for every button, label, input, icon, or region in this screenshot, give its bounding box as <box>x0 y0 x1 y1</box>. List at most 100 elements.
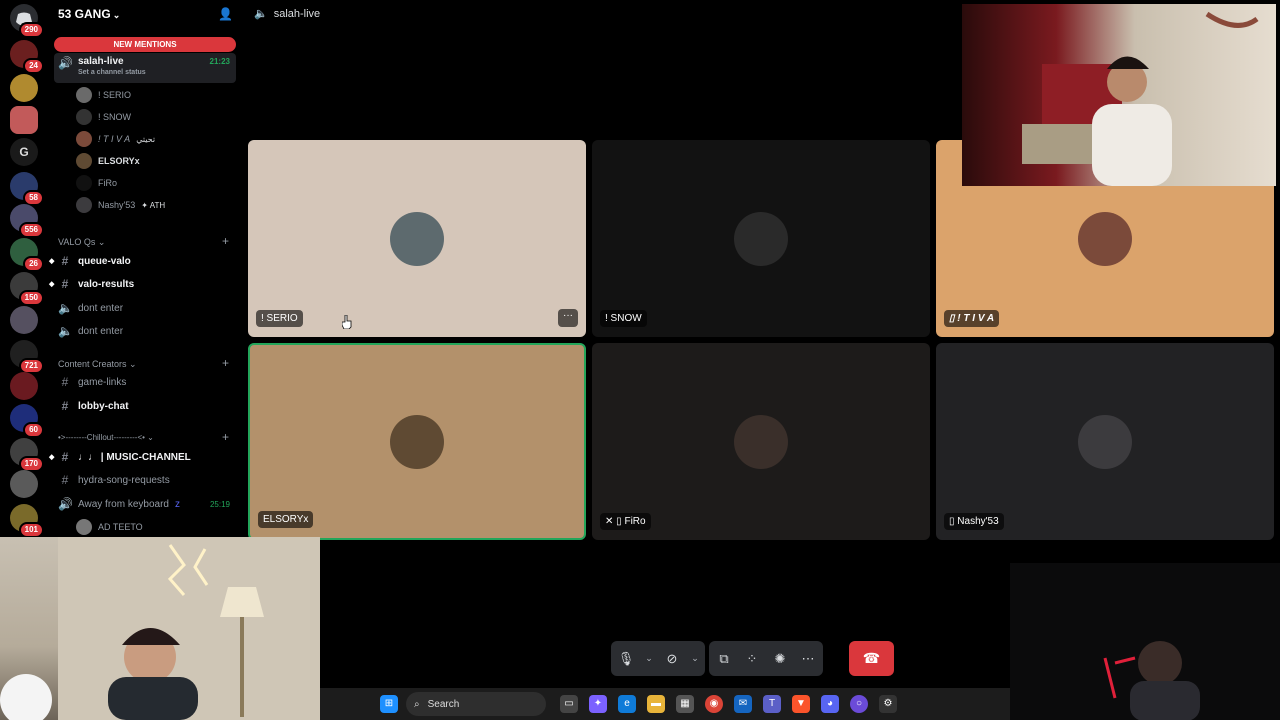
speaker-icon: 🔊 <box>58 56 73 70</box>
file-explorer-icon[interactable]: ▬ <box>647 695 665 713</box>
category-content-creators[interactable]: Content Creators ⌄ <box>58 359 137 370</box>
more-icon[interactable]: ⋯ <box>799 651 817 667</box>
screen-share-icon[interactable]: ⧉ <box>715 651 733 667</box>
avatar <box>76 519 92 535</box>
category-chillout[interactable]: •>--------Chillout---------<• ⌄ <box>58 433 154 442</box>
activity-group: ⧉ ⁘ ✺ ⋯ <box>709 641 823 676</box>
soundboard-icon[interactable]: ✺ <box>771 651 789 667</box>
voice-user[interactable]: ELSORYx <box>76 152 236 170</box>
app-icon[interactable]: ○ <box>850 695 868 713</box>
server-icon[interactable]: 556 <box>10 204 44 238</box>
sleep-icon: z <box>174 498 180 510</box>
voice-channel-afk[interactable]: 🔊 Away from keyboard z 25:19 <box>54 494 236 514</box>
activities-icon[interactable]: ⁘ <box>743 651 761 667</box>
server-icon[interactable]: 60 <box>10 404 44 438</box>
mail-icon[interactable]: ✉ <box>734 695 752 713</box>
mobile-icon: ▯ <box>949 516 955 527</box>
server-icon[interactable]: G <box>10 138 38 166</box>
server-icon[interactable]: 170 <box>10 438 44 472</box>
add-channel-icon[interactable]: + <box>222 356 229 370</box>
unread-badge: 101 <box>18 522 44 538</box>
new-mentions-banner[interactable]: NEW MENTIONS <box>54 37 236 52</box>
participant-tile-speaking[interactable]: ELSORYx <box>248 343 586 540</box>
voice-user[interactable]: ! T I V A تحيتي <box>76 130 236 148</box>
channel-hydra-song-requests[interactable]: # hydra-song-requests <box>54 470 236 490</box>
participant-tile[interactable]: ! SNOW <box>592 140 930 337</box>
disconnect-button[interactable]: ☎ <box>849 641 894 676</box>
muted-icon: ✕ <box>605 516 614 527</box>
windows-start-icon[interactable]: ⊞ <box>380 695 398 713</box>
webcam-overlay-bottom-left <box>0 537 320 720</box>
hand-cursor-icon <box>342 315 352 329</box>
channel-name: game-links <box>78 376 127 388</box>
chevron-down-icon: ⌄ <box>112 10 121 20</box>
search-icon: ⌕ <box>414 698 420 710</box>
avatar <box>390 211 444 266</box>
edge-icon[interactable]: e <box>618 695 636 713</box>
server-letter: G <box>19 145 29 159</box>
voice-user[interactable]: Nashy'53 ✦ ATH <box>76 196 236 214</box>
chevron-down-icon[interactable]: ⌄ <box>691 653 699 664</box>
channel-game-links[interactable]: # game-links <box>54 372 236 392</box>
server-icon[interactable]: 150 <box>10 272 44 306</box>
channel-lobby-chat[interactable]: # lobby-chat <box>54 396 236 416</box>
brave-icon[interactable]: ▼ <box>792 695 810 713</box>
participant-name: ! SERIO <box>256 310 303 327</box>
avatar <box>76 87 92 103</box>
channel-valo-results[interactable]: ◆ # valo-results <box>49 274 236 294</box>
server-icon[interactable] <box>10 372 38 400</box>
voice-user-name: ! SERIO <box>98 90 132 100</box>
channel-queue-valo[interactable]: ◆ # queue-valo <box>49 251 236 271</box>
microphone-icon[interactable]: 🎙 <box>617 651 635 667</box>
add-channel-icon[interactable]: + <box>222 234 229 248</box>
voice-channel-salah-live[interactable]: 🔊 salah-live Set a channel status 21:23 <box>54 53 236 83</box>
participant-name: ! SNOW <box>600 310 647 327</box>
server-icon[interactable]: 26 <box>10 238 44 272</box>
discord-home-icon[interactable]: 290 <box>10 4 44 38</box>
speaker-icon: 🔊 <box>58 497 73 511</box>
server-icon[interactable] <box>10 106 38 134</box>
server-icon[interactable]: 58 <box>10 172 44 206</box>
participant-tile[interactable]: ✕ ▯ FiRo <box>592 343 930 540</box>
chrome-icon[interactable]: ◉ <box>705 695 723 713</box>
camera-off-icon[interactable]: ⊘ <box>663 651 681 667</box>
copilot-icon[interactable]: ✦ <box>589 695 607 713</box>
participant-name-label: ▯ ! T I V A <box>944 310 1000 327</box>
server-name-dropdown[interactable]: 53 GANG ⌄ <box>58 7 120 21</box>
voice-user[interactable]: AD TEETO✕ <box>76 518 256 536</box>
task-view-icon[interactable]: ▭ <box>560 695 578 713</box>
channel-music[interactable]: ◆ # ♩♩ | MUSIC-CHANNEL <box>49 447 236 467</box>
store-icon[interactable]: ▦ <box>676 695 694 713</box>
participant-name: ELSORYx <box>258 511 314 528</box>
voice-user[interactable]: ! SERIO <box>76 86 236 104</box>
voice-user[interactable]: ! SNOW <box>76 108 236 126</box>
invite-people-icon[interactable]: 👤 <box>218 7 233 21</box>
channel-status[interactable]: Set a channel status <box>78 69 146 76</box>
channel-name: dont enter <box>78 302 124 314</box>
server-icon[interactable]: 24 <box>10 40 44 74</box>
more-options-icon[interactable]: ··· <box>558 309 578 327</box>
server-icon[interactable]: 101 <box>10 504 44 538</box>
participant-name: ! T I V A <box>957 313 995 324</box>
settings-icon[interactable]: ⚙ <box>879 695 897 713</box>
add-channel-icon[interactable]: + <box>222 430 229 444</box>
chevron-down-icon[interactable]: ⌄ <box>645 653 653 664</box>
voice-user[interactable]: FiRo✕ <box>76 174 256 192</box>
server-icon[interactable] <box>10 306 38 334</box>
server-icon[interactable] <box>10 470 38 498</box>
hang-up-icon: ☎ <box>862 650 881 666</box>
voice-channel-dont-enter[interactable]: 🔈 dont enter <box>54 321 236 341</box>
avatar <box>1078 211 1132 266</box>
server-icon[interactable] <box>10 74 38 102</box>
channel-sidebar: 53 GANG ⌄ 👤 NEW MENTIONS 🔊 salah-live Set… <box>48 0 256 540</box>
voice-user-name: ! SNOW <box>98 112 131 122</box>
teams-icon[interactable]: T <box>763 695 781 713</box>
voice-channel-dont-enter[interactable]: 🔈 dont enter <box>54 298 236 318</box>
category-name: VALO Qs <box>58 237 96 247</box>
server-icon[interactable]: 721 <box>10 340 44 374</box>
category-valo[interactable]: VALO Qs ⌄ <box>58 237 105 248</box>
participant-tile[interactable]: ▯ Nashy'53 <box>936 343 1274 540</box>
participant-tile[interactable]: ! SERIO ··· <box>248 140 586 337</box>
taskbar-search[interactable]: ⌕ Search <box>406 692 546 716</box>
discord-icon[interactable]: ◕ <box>821 695 839 713</box>
